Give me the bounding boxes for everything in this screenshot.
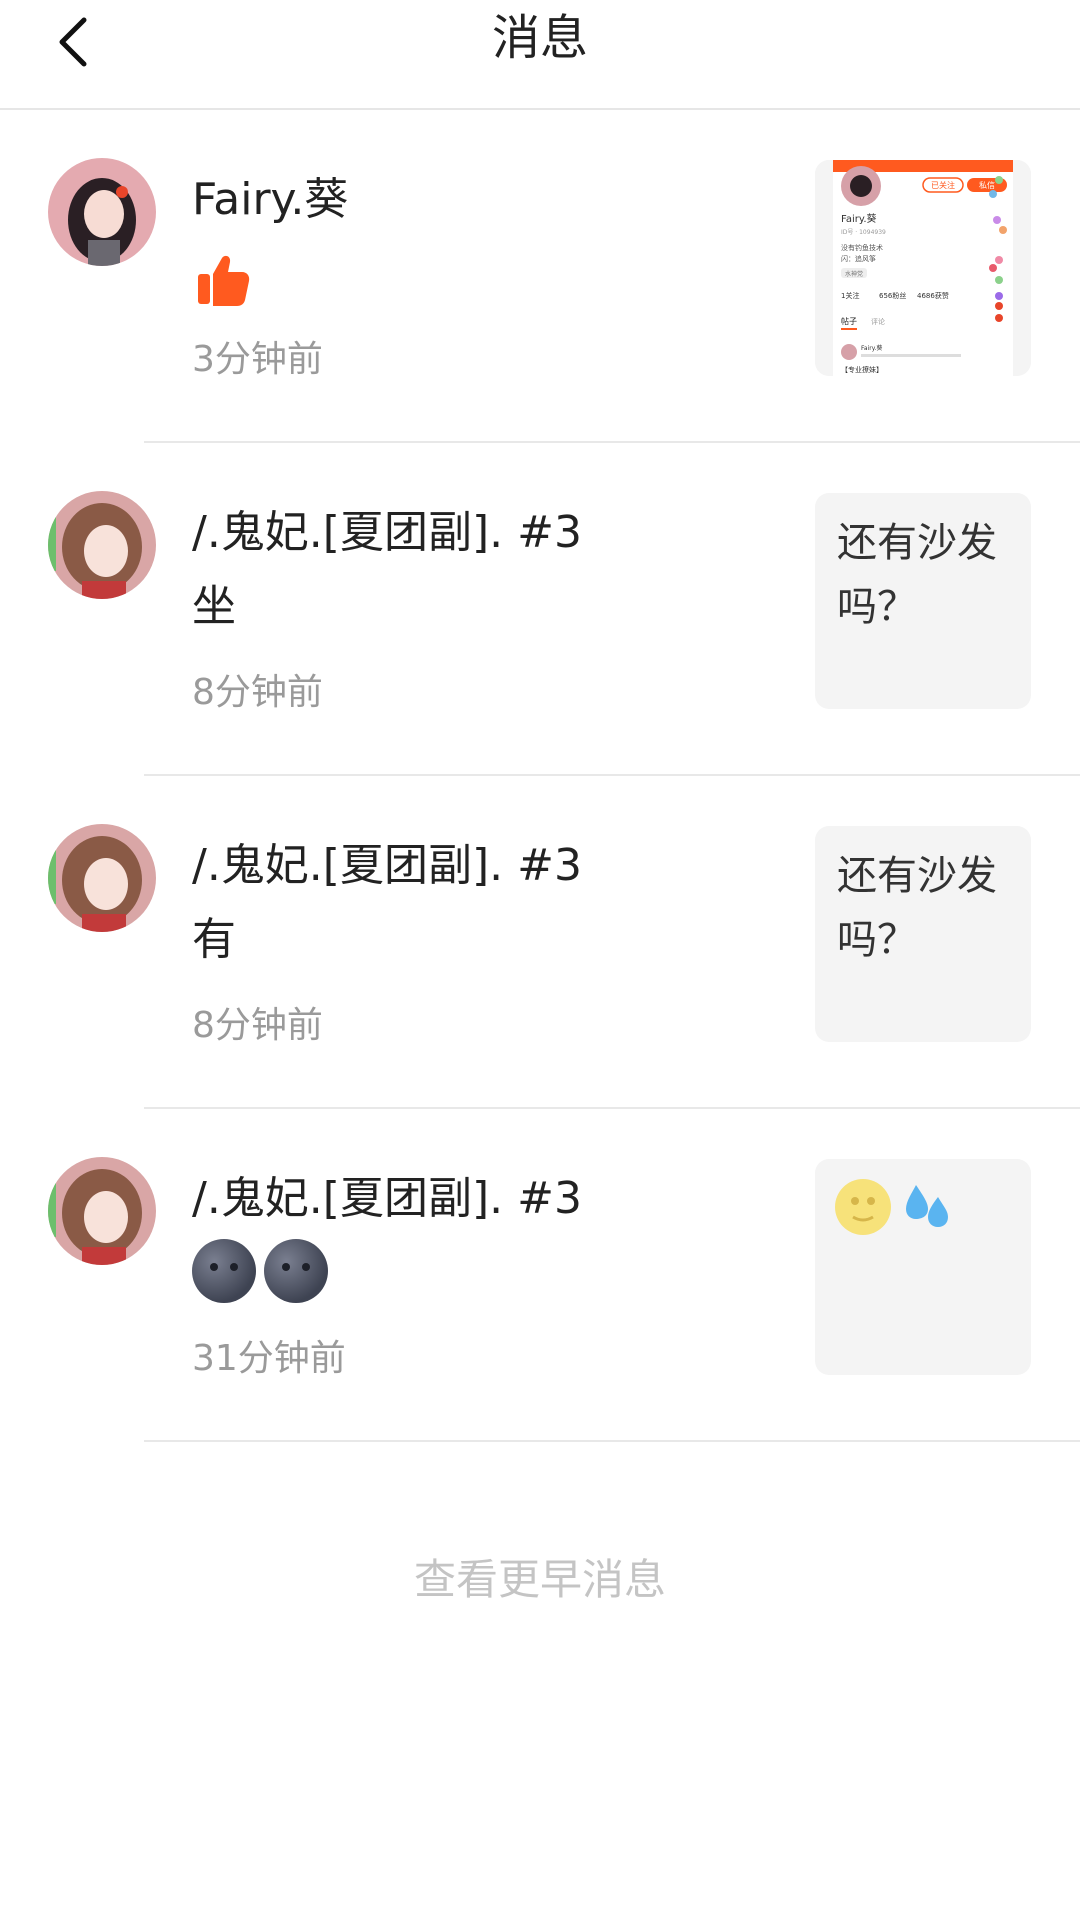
view-earlier-messages-link[interactable]: 查看更早消息 (0, 1548, 1080, 1612)
avatar[interactable] (48, 824, 156, 932)
profile-name: Fairy.葵 (841, 213, 877, 225)
message-time: 3分钟前 (192, 339, 323, 380)
post-text: 【专业撩妹】 (841, 365, 883, 374)
sender-name: /.鬼妃.[夏团副]. #3 (192, 1173, 582, 1224)
stat-fans: 656粉丝 (879, 291, 906, 300)
full-moon-face-icon (835, 1179, 891, 1235)
avatar[interactable] (48, 158, 156, 266)
message-label: 私信 (979, 180, 995, 190)
message-time: 8分钟前 (192, 1005, 323, 1046)
profile-tag: 水神党 (845, 270, 863, 278)
sender-name: /.鬼妃.[夏团副]. #3 (192, 507, 582, 558)
post-preview-text: 还有沙发吗？ (837, 853, 997, 963)
profile-id: ID号 · 1094939 (841, 229, 886, 236)
profile-bio: 没有钓鱼技术 (841, 243, 883, 252)
top-bar: 消息 (0, 0, 1080, 110)
post-thumbnail[interactable] (815, 1159, 1031, 1375)
profile-screenshot: 已关注 私信 Fairy.葵 ID号 · 1094939 没有钓鱼技术 闪：追风… (815, 160, 1031, 376)
message-content: 坐 (192, 581, 236, 632)
sender-name: Fairy.葵 (192, 174, 349, 225)
post-thumbnail[interactable]: 还有沙发吗？ (815, 493, 1031, 709)
message-time: 31分钟前 (192, 1338, 346, 1379)
avatar[interactable] (48, 1157, 156, 1265)
list-item[interactable]: /.鬼妃.[夏团副]. #3 有 8分钟前 还有沙发吗？ (0, 776, 1080, 1109)
list-item[interactable]: /.鬼妃.[夏团副]. #3 坐 8分钟前 还有沙发吗？ (0, 443, 1080, 776)
new-moon-face-icon (264, 1239, 328, 1303)
avatar[interactable] (48, 491, 156, 599)
profile-bio-2: 闪：追风筝 (841, 254, 876, 263)
list-item[interactable]: /.鬼妃.[夏团副]. #3 31分钟前 (0, 1109, 1080, 1442)
list-item[interactable]: Fairy.葵 3分钟前 已关注 私信 Fairy.葵 ID号 · 109493… (0, 110, 1080, 443)
follow-label: 已关注 (931, 180, 955, 190)
thumbs-up-icon (198, 255, 250, 306)
message-list: Fairy.葵 3分钟前 已关注 私信 Fairy.葵 ID号 · 109493… (0, 110, 1080, 1442)
post-thumbnail[interactable]: 已关注 私信 Fairy.葵 ID号 · 1094939 没有钓鱼技术 闪：追风… (815, 160, 1031, 376)
post-thumbnail[interactable]: 还有沙发吗？ (815, 826, 1031, 1042)
new-moon-face-icon (192, 1239, 256, 1303)
stat-likes: 4686获赞 (917, 291, 949, 300)
message-content (192, 250, 252, 325)
sweat-droplets-icon (906, 1185, 949, 1227)
page-title: 消息 (491, 10, 588, 66)
tab-posts: 帖子 (841, 316, 857, 326)
post-author: Fairy.葵 (861, 344, 882, 352)
message-content (192, 1239, 336, 1303)
message-content: 有 (192, 914, 236, 965)
post-preview-text: 还有沙发吗？ (837, 520, 997, 630)
message-time: 8分钟前 (192, 672, 323, 713)
sender-name: /.鬼妃.[夏团副]. #3 (192, 840, 582, 891)
tab-comments: 评论 (871, 317, 885, 326)
stat-following: 1关注 (841, 291, 859, 300)
